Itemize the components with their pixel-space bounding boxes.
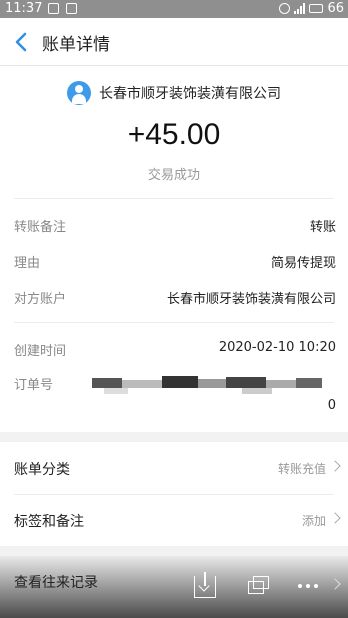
- back-arrow-icon[interactable]: [10, 30, 34, 54]
- shield-icon: [48, 3, 59, 14]
- detail-key: 对方账户: [14, 292, 67, 307]
- detail-key: 理由: [14, 256, 41, 271]
- battery-level: 66: [327, 1, 344, 16]
- detail-value: 转账: [309, 220, 336, 235]
- bill-category-value: 转账充值: [277, 462, 326, 476]
- detail-row-order-number: 订单号 0: [14, 374, 336, 414]
- more-icon[interactable]: [298, 584, 318, 588]
- tags-notes-value: 添加: [301, 514, 326, 528]
- status-bar: 11:37 66: [0, 0, 348, 18]
- header: 账单详情: [0, 18, 348, 66]
- redacted-order-number: [92, 376, 336, 410]
- avatar-icon: [67, 81, 91, 105]
- payee-name: 长春市顺牙装饰装潢有限公司: [99, 86, 281, 102]
- page-title: 账单详情: [42, 35, 110, 55]
- chevron-right-icon: [329, 512, 341, 524]
- detail-key: 订单号: [14, 378, 54, 393]
- windows-icon[interactable]: [248, 576, 270, 596]
- tags-notes-label: 标签和备注: [14, 514, 84, 530]
- status-time: 11:37: [5, 1, 43, 16]
- tags-notes-item[interactable]: 标签和备注 添加: [0, 494, 348, 546]
- divider: [14, 198, 334, 199]
- download-icon[interactable]: [194, 572, 216, 598]
- payee: 长春市顺牙装饰装潢有限公司: [0, 80, 348, 106]
- actions-list: 账单分类 转账充值 标签和备注 添加: [0, 442, 348, 546]
- detail-value: 0: [327, 398, 336, 413]
- signal-icon: [294, 3, 306, 14]
- divider: [14, 322, 334, 323]
- chevron-right-icon: [329, 578, 341, 590]
- app-notification-icon: [66, 3, 77, 14]
- detail-key: 转账备注: [14, 220, 67, 235]
- battery-icon: [309, 4, 324, 13]
- bill-summary-card: 长春市顺牙装饰装潢有限公司 +45.00 交易成功 转账备注 转账 理由 简易传…: [0, 66, 348, 432]
- alarm-icon: [279, 3, 291, 14]
- bill-category-label: 账单分类: [14, 462, 70, 478]
- detail-key: 创建时间: [14, 344, 67, 359]
- transaction-status: 交易成功: [147, 168, 200, 183]
- detail-value: 2020-02-10 10:20: [218, 340, 336, 355]
- bill-category-item[interactable]: 账单分类 转账充值: [0, 442, 348, 494]
- view-history-link[interactable]: 查看往来记录: [14, 572, 98, 592]
- detail-value: 简易传提现: [270, 256, 336, 271]
- bottom-bar: 查看往来记录: [0, 556, 348, 618]
- amount: +45.00: [127, 118, 221, 151]
- chevron-right-icon: [329, 460, 341, 472]
- detail-value: 长春市顺牙装饰装潢有限公司: [166, 292, 336, 307]
